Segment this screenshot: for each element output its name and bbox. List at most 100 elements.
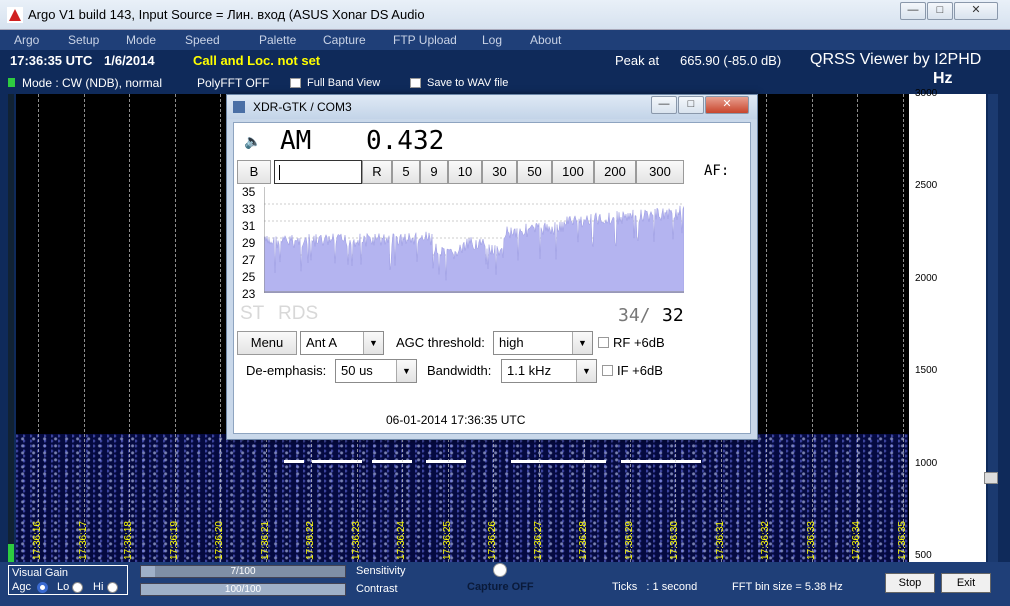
- graph-y-axis: 35 33 31 29 27 25 23: [236, 185, 262, 301]
- step-5-button[interactable]: 5: [392, 160, 420, 184]
- button-b[interactable]: B: [237, 160, 271, 184]
- time-gridline: [811, 94, 813, 562]
- if-6db-checkbox[interactable]: [602, 365, 613, 376]
- xdr-titlebar[interactable]: XDR-GTK / COM3 — □ ✕: [227, 95, 757, 119]
- argo-titlebar[interactable]: Argo V1 build 143, Input Source = Лин. в…: [0, 0, 1010, 30]
- xdr-dialog: XDR-GTK / COM3 — □ ✕ 🔈 AM 0.432 B R 5 9 …: [226, 94, 758, 440]
- agc-radio[interactable]: [37, 582, 48, 593]
- save-wav-checkbox[interactable]: [410, 78, 421, 88]
- time-label: 17:36:29: [623, 521, 635, 560]
- menu-speed[interactable]: Speed: [185, 33, 220, 47]
- time-label: 17:36:35: [896, 521, 908, 560]
- contrast-value: 100/100: [224, 584, 262, 595]
- info-bar: 17:36:35 UTC 1/6/2014 Call and Loc. not …: [0, 50, 1010, 72]
- step-9-button[interactable]: 9: [420, 160, 448, 184]
- left-level-bar: [8, 94, 14, 562]
- chevron-down-icon: ▼: [572, 332, 592, 354]
- deemphasis-select[interactable]: 50 us ▼: [335, 359, 417, 383]
- time-label: 17:36:26: [487, 521, 498, 560]
- time-label: 17:36:30: [669, 521, 680, 560]
- time-gridline: [174, 94, 176, 562]
- if-6db-label: IF +6dB: [617, 363, 663, 378]
- y-tick: 29: [242, 236, 256, 250]
- rds-indicator: RDS: [278, 303, 319, 324]
- time-label: 17:36:34: [851, 521, 862, 560]
- step-300-button[interactable]: 300: [636, 160, 684, 184]
- menu-mode[interactable]: Mode: [126, 33, 156, 47]
- time-label: 17:36:27: [532, 521, 544, 560]
- rf-6db-checkbox[interactable]: [598, 337, 609, 348]
- menu-argo[interactable]: Argo: [14, 33, 39, 47]
- maximize-button[interactable]: □: [927, 2, 953, 20]
- step-30-button[interactable]: 30: [482, 160, 517, 184]
- close-button[interactable]: ✕: [954, 2, 998, 20]
- signal-trace: [372, 460, 412, 463]
- chevron-down-icon: ▼: [576, 360, 596, 382]
- hi-label: Hi: [93, 581, 104, 593]
- step-50-button[interactable]: 50: [517, 160, 552, 184]
- speaker-icon[interactable]: 🔈: [244, 133, 261, 150]
- time-label: 17:36:24: [396, 521, 407, 560]
- agc-label: Agc: [12, 581, 31, 593]
- lo-radio[interactable]: [72, 582, 83, 593]
- signal-trace: [511, 460, 606, 463]
- antenna-select[interactable]: Ant A ▼: [300, 331, 384, 355]
- frequency-slider-thumb[interactable]: [984, 472, 998, 484]
- peak-label: Peak at: [615, 53, 660, 68]
- signal-trace: [426, 460, 466, 463]
- menu-log[interactable]: Log: [482, 33, 502, 47]
- bandwidth-value: 1.1 kHz: [507, 363, 552, 378]
- step-100-button[interactable]: 100: [552, 160, 594, 184]
- call-loc-status: Call and Loc. not set: [193, 53, 321, 68]
- full-band-label: Full Band View: [307, 77, 381, 89]
- brand-label: QRSS Viewer by I2PHD: [810, 51, 982, 68]
- time-gridline: [857, 94, 858, 562]
- time-label: 17:36:17: [77, 521, 89, 560]
- agc-threshold-select[interactable]: high ▼: [493, 331, 593, 355]
- status-indicator: [8, 78, 15, 87]
- save-wav-label: Save to WAV file: [427, 77, 509, 89]
- mode-label: Mode : CW (NDB), normal: [22, 76, 163, 90]
- hi-radio[interactable]: [107, 582, 118, 593]
- peak-value: 665.90 (-85.0 dB): [680, 53, 782, 68]
- time-gridline: [902, 94, 904, 562]
- agc-threshold-label: AGC threshold:: [396, 335, 485, 350]
- menu-ftp-upload[interactable]: FTP Upload: [393, 33, 457, 47]
- frequency-input[interactable]: [274, 160, 362, 184]
- xdr-app-icon: [233, 101, 245, 113]
- time-label: 17:36:18: [123, 521, 134, 560]
- step-10-button[interactable]: 10: [448, 160, 482, 184]
- sensitivity-bar[interactable]: 7/100: [140, 565, 346, 578]
- bandwidth-select[interactable]: 1.1 kHz ▼: [501, 359, 597, 383]
- capture-toggle[interactable]: [493, 563, 507, 577]
- xdr-title: XDR-GTK / COM3: [253, 100, 352, 114]
- frequency-slider-track[interactable]: [988, 94, 998, 562]
- deemphasis-value: 50 us: [341, 363, 373, 378]
- exit-button[interactable]: Exit: [941, 573, 991, 593]
- time-gridline: [38, 94, 39, 562]
- menu-about[interactable]: About: [530, 33, 561, 47]
- menu-bar: Argo Setup Mode Speed Palette Capture FT…: [0, 30, 1010, 50]
- xdr-minimize-button[interactable]: —: [651, 96, 677, 114]
- step-200-button[interactable]: 200: [594, 160, 636, 184]
- full-band-checkbox[interactable]: [290, 78, 301, 88]
- frequency-scale: 3000 2500 2000 1500 1000 500: [908, 88, 986, 562]
- ticks-label: Ticks : 1 second: [612, 581, 698, 593]
- menu-palette[interactable]: Palette: [259, 33, 296, 47]
- xdr-maximize-button[interactable]: □: [678, 96, 704, 114]
- agc-threshold-value: high: [499, 335, 524, 350]
- xdr-close-button[interactable]: ✕: [705, 96, 749, 114]
- signal-level-avg: 32: [662, 305, 684, 326]
- stop-button[interactable]: Stop: [885, 573, 935, 593]
- signal-trace: [284, 460, 304, 463]
- minimize-button[interactable]: —: [900, 2, 926, 20]
- contrast-bar[interactable]: 100/100: [140, 583, 346, 596]
- stereo-indicator: ST: [240, 303, 265, 324]
- button-r[interactable]: R: [362, 160, 392, 184]
- time-gridline: [766, 94, 767, 562]
- menu-setup[interactable]: Setup: [68, 33, 99, 47]
- menu-button[interactable]: Menu: [237, 331, 297, 355]
- time-label: 17:36:33: [805, 521, 817, 560]
- menu-capture[interactable]: Capture: [323, 33, 366, 47]
- time-gridline: [129, 94, 130, 562]
